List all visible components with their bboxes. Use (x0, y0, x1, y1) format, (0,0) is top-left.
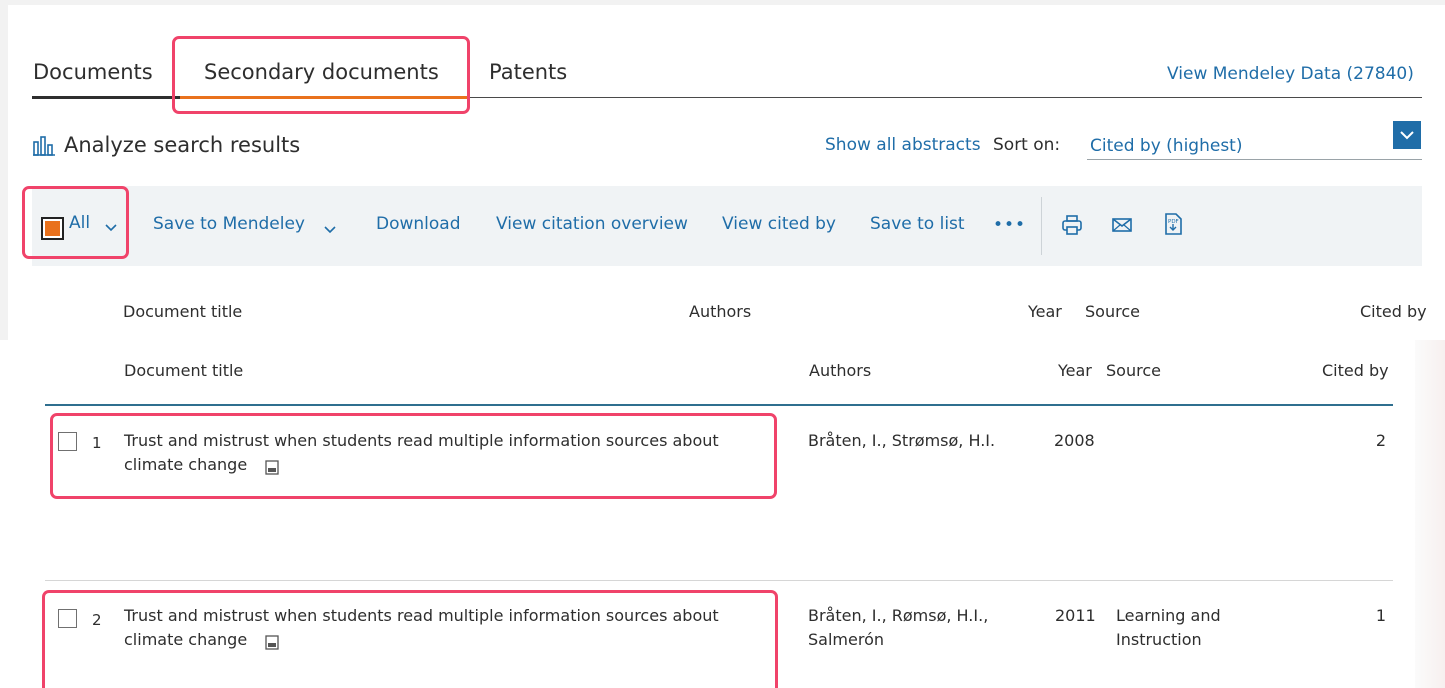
email-icon[interactable] (1111, 216, 1133, 234)
year-cell: 2011 (1055, 606, 1096, 625)
tab-patents[interactable]: Patents (489, 60, 567, 84)
highlight-row-1 (50, 413, 777, 499)
highlight-secondary-tab (172, 36, 470, 114)
analyze-search-results-link[interactable]: Analyze search results (64, 133, 300, 157)
chevron-down-icon[interactable] (322, 221, 338, 234)
source-cell[interactable]: Learning and Instruction (1116, 604, 1221, 652)
column-header-source[interactable]: Source (1085, 302, 1140, 321)
cited-by-cell[interactable]: 2 (1346, 429, 1386, 453)
author-links[interactable]: Bråten, I., Rømsø, H.I., (808, 604, 988, 628)
right-edge-background (1415, 340, 1445, 688)
table-header-rule (45, 404, 1393, 406)
bar-chart-icon (33, 136, 59, 156)
highlight-select-all (22, 186, 129, 259)
save-to-mendeley-button[interactable]: Save to Mendeley (153, 214, 305, 234)
authors-cell: Bråten, I., Strømsø, H.I. (808, 429, 995, 453)
column-header-authors[interactable]: Authors (689, 302, 751, 321)
year-cell: 2008 (1054, 431, 1095, 450)
view-citation-overview-button[interactable]: View citation overview (496, 214, 688, 234)
sort-select[interactable]: Cited by (highest) (1087, 121, 1422, 160)
author-links[interactable]: Salmerón (808, 628, 988, 652)
row-divider (45, 580, 1393, 581)
source-line: Instruction (1116, 630, 1202, 649)
column-header-document-title[interactable]: Document title (123, 302, 242, 321)
view-cited-by-button[interactable]: View cited by (722, 214, 836, 234)
top-bar (0, 0, 1445, 5)
view-mendeley-data-link[interactable]: View Mendeley Data (27840) (1167, 64, 1414, 84)
source-line: Learning and (1116, 606, 1221, 625)
toolbar-separator (1041, 197, 1042, 255)
highlight-row-2 (42, 590, 778, 688)
cited-by-cell[interactable]: 1 (1346, 604, 1386, 628)
column-header-cited-by[interactable]: Cited by (1322, 361, 1389, 380)
show-all-abstracts-link[interactable]: Show all abstracts (825, 135, 981, 155)
column-header-year[interactable]: Year (1028, 302, 1062, 321)
tab-documents-underline (32, 96, 180, 99)
author-links[interactable]: Bråten, I., Strømsø, H.I. (808, 429, 995, 453)
authors-cell: Bråten, I., Rømsø, H.I., Salmerón (808, 604, 988, 652)
print-icon[interactable] (1061, 214, 1083, 236)
column-header-source[interactable]: Source (1106, 361, 1161, 380)
left-strip (0, 5, 8, 340)
pdf-export-icon[interactable]: PDF (1162, 212, 1184, 236)
more-options-button[interactable]: ••• (993, 215, 1026, 235)
column-header-document-title[interactable]: Document title (124, 361, 243, 380)
chevron-down-icon[interactable] (1393, 121, 1421, 149)
download-button[interactable]: Download (376, 214, 461, 234)
column-header-cited-by[interactable]: Cited by (1360, 302, 1427, 321)
sort-label: Sort on: (993, 135, 1061, 155)
tab-documents[interactable]: Documents (33, 60, 153, 84)
column-header-year[interactable]: Year (1058, 361, 1092, 380)
save-to-list-button[interactable]: Save to list (870, 214, 965, 234)
column-header-authors[interactable]: Authors (809, 361, 871, 380)
sort-select-value: Cited by (highest) (1090, 136, 1243, 156)
